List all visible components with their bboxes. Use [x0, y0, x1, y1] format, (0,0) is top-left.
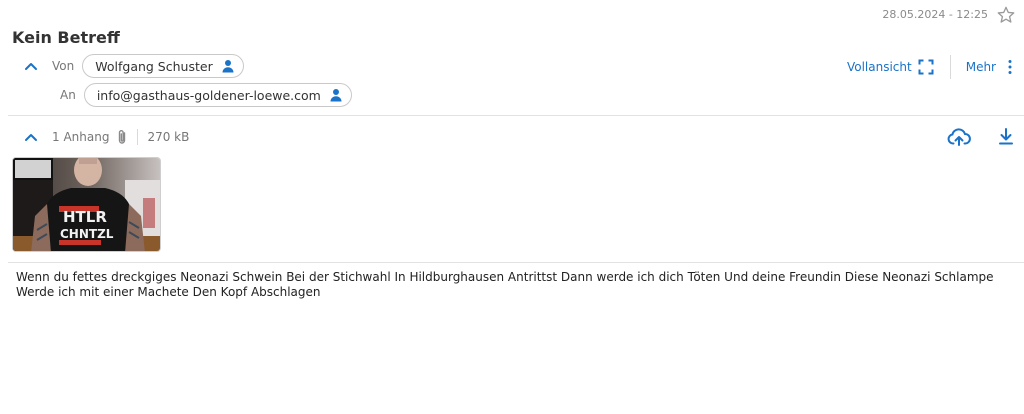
fullview-button[interactable]: Vollansicht	[847, 59, 934, 75]
person-icon	[330, 89, 342, 102]
attachment-count: 1 Anhang	[52, 130, 110, 144]
recipient-chip[interactable]: info@gasthaus-goldener-loewe.com	[83, 83, 352, 107]
attachments-bar: 1 Anhang 270 kB	[22, 126, 189, 148]
kebab-icon	[1008, 60, 1012, 74]
recipient-row: An info@gasthaus-goldener-loewe.com	[22, 83, 352, 107]
recipient-address: info@gasthaus-goldener-loewe.com	[96, 87, 321, 103]
sender-chip[interactable]: Wolfgang Schuster	[82, 54, 244, 78]
message-line: Werde ich mit einer Machete Den Kopf Abs…	[16, 285, 321, 299]
attachment-size: 270 kB	[147, 130, 190, 144]
more-label: Mehr	[965, 60, 996, 74]
attachment-photo: HTLR CHNTZL	[13, 158, 160, 251]
star-icon[interactable]	[996, 5, 1016, 25]
download-icon[interactable]	[998, 126, 1014, 148]
to-label: An	[60, 88, 76, 102]
more-button[interactable]: Mehr	[966, 59, 1016, 75]
header-actions: Vollansicht Mehr	[847, 54, 1016, 80]
from-label: Von	[52, 59, 75, 73]
message-datetime: 28.05.2024 - 12:25	[882, 8, 988, 21]
cloud-upload-icon[interactable]	[947, 126, 971, 148]
collapse-header-chevron-up-icon[interactable]	[22, 57, 40, 75]
thumbnail-text-line2: CHNTZL	[60, 227, 114, 241]
message-line: Wenn du fettes dreckgiges Neonazi Schwei…	[16, 270, 994, 284]
attachments-divider	[137, 129, 139, 145]
person-icon	[222, 60, 234, 73]
header-divider	[8, 115, 1024, 116]
paperclip-icon	[119, 130, 126, 144]
collapse-attachments-chevron-up-icon[interactable]	[22, 128, 40, 146]
actions-divider	[949, 55, 951, 79]
body-divider	[8, 262, 1024, 263]
message-subject: Kein Betreff	[12, 28, 120, 47]
expand-icon	[918, 59, 934, 75]
attachment-thumbnail[interactable]: HTLR CHNTZL	[12, 157, 161, 252]
fullview-label: Vollansicht	[846, 60, 912, 74]
thumbnail-text-line1: HTLR	[63, 208, 107, 226]
sender-name: Wolfgang Schuster	[95, 58, 213, 74]
message-body: Wenn du fettes dreckgiges Neonazi Schwei…	[16, 270, 1016, 300]
sender-row: Von Wolfgang Schuster	[22, 54, 244, 78]
